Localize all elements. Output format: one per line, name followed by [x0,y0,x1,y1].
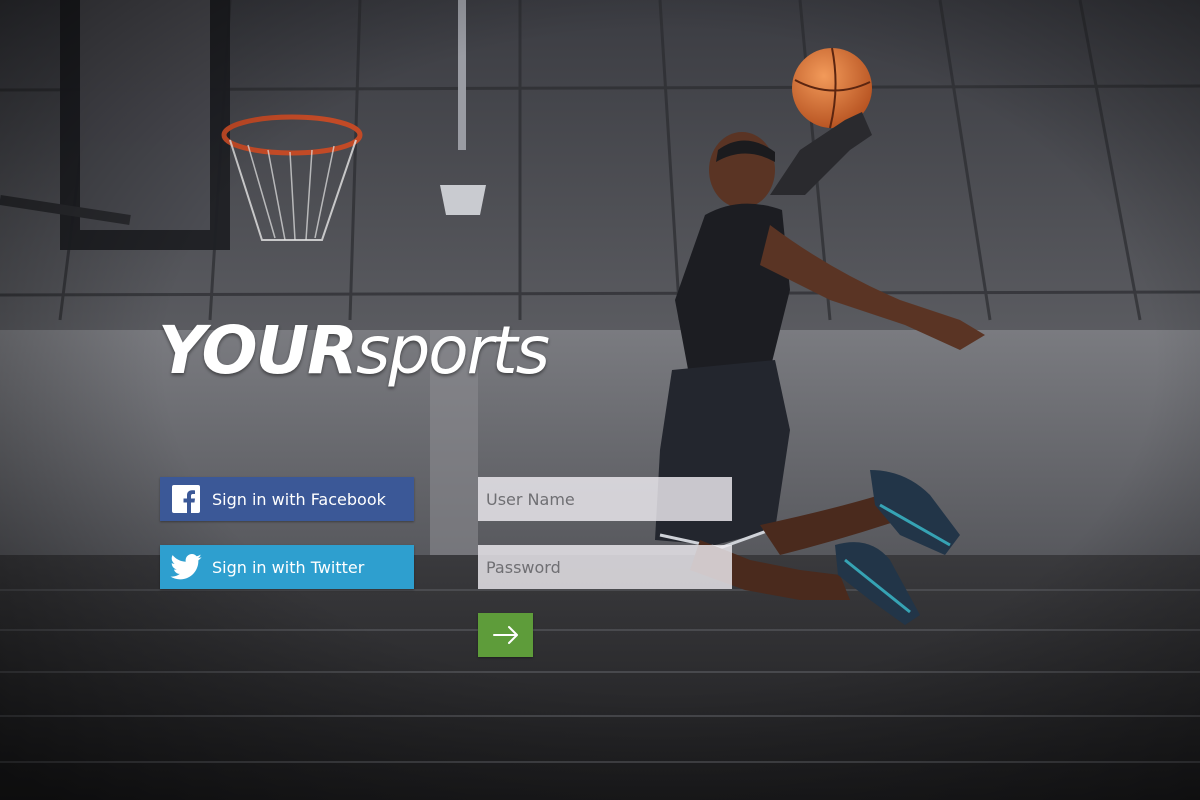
password-input[interactable] [478,545,732,589]
login-page: YOURsports Sign in with Facebook Sign in… [0,0,1200,800]
username-input[interactable] [478,477,732,521]
twitter-signin-button[interactable]: Sign in with Twitter [160,545,414,589]
facebook-signin-label: Sign in with Facebook [212,489,386,509]
facebook-icon [160,477,212,521]
twitter-signin-label: Sign in with Twitter [212,557,365,577]
brand-logo-part1: YOUR [158,312,358,389]
twitter-icon [160,545,212,589]
background-image [0,0,1200,800]
arrow-right-icon [492,626,518,644]
submit-button[interactable] [478,613,533,657]
brand-logo: YOURsports [158,318,550,384]
brand-logo-part2: sports [355,312,550,389]
facebook-signin-button[interactable]: Sign in with Facebook [160,477,414,521]
